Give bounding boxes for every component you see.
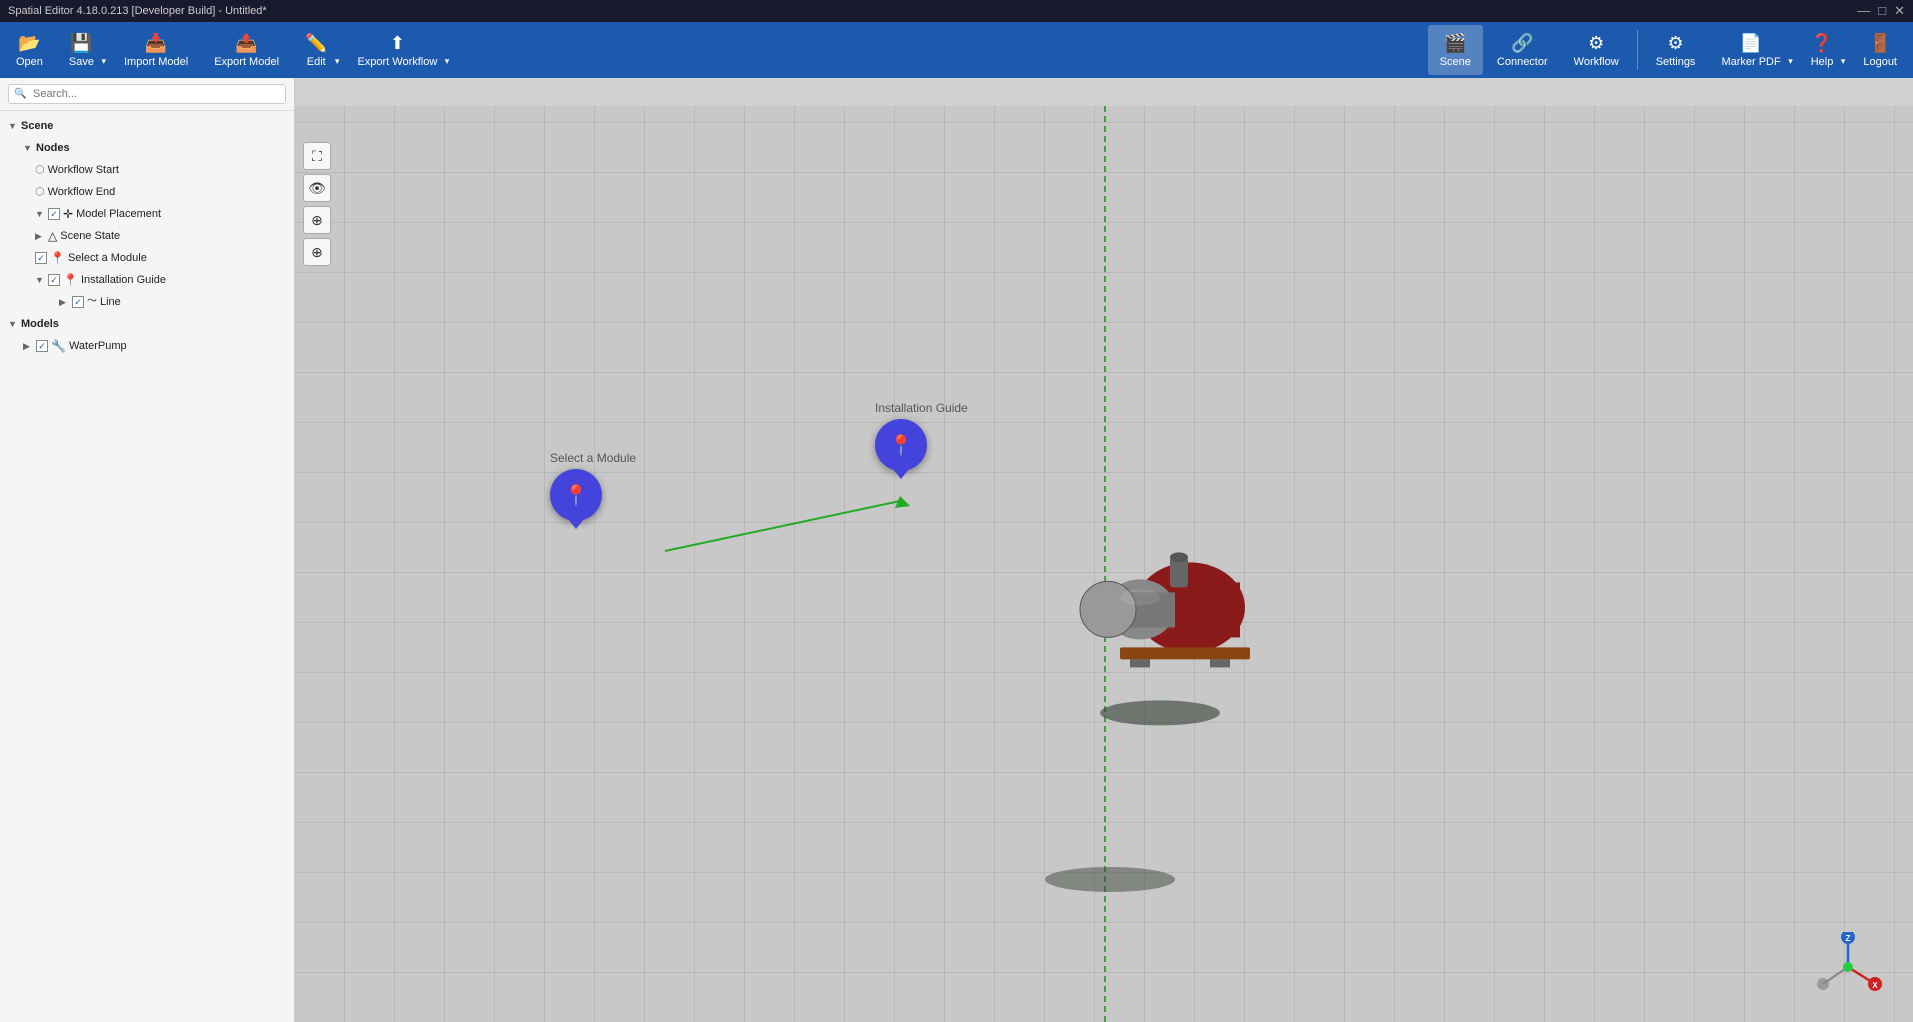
select-module-icon: 📍: [50, 249, 65, 267]
water-pump-arrow: ▶: [23, 337, 33, 355]
scene-icon: 🎬: [1444, 33, 1466, 54]
sidebar: ▼ Scene ▼ Nodes ⬡ Workflow Start ⬡ Workf…: [0, 78, 295, 1022]
annotation1-label: Select a Module: [550, 451, 636, 465]
svg-text:Z: Z: [1846, 934, 1851, 943]
edit-icon: ✏️: [305, 33, 327, 54]
toolbar-right: 🎬 Scene 🔗 Connector ⚙ Workflow ⚙ Setting…: [1428, 25, 1909, 75]
titlebar: Spatial Editor 4.18.0.213 [Developer Bui…: [0, 0, 1913, 22]
models-group[interactable]: ▼ Models: [0, 313, 294, 335]
workflow-end-icon: ⬡: [35, 183, 45, 201]
logout-button[interactable]: 🚪 Logout: [1851, 25, 1909, 75]
annotation2-circle[interactable]: 📍: [875, 419, 927, 471]
select-module-item[interactable]: 📍 Select a Module: [0, 247, 294, 269]
help-button[interactable]: ❓ Help: [1799, 25, 1850, 75]
annotation2-pin-icon: 📍: [889, 433, 914, 458]
nodes-group[interactable]: ▼ Nodes: [0, 137, 294, 159]
scene-tree: ▼ Scene ▼ Nodes ⬡ Workflow Start ⬡ Workf…: [0, 111, 294, 1022]
maximize-button[interactable]: □: [1878, 3, 1886, 19]
search-bar: [0, 78, 294, 111]
svg-text:X: X: [1872, 981, 1878, 990]
window-controls: — □ ✕: [1857, 3, 1905, 19]
viewport-tools: ⛶ 👁 ⊕ ⊕: [303, 142, 331, 266]
toolbar-sep: [1637, 30, 1638, 70]
app-title: Spatial Editor 4.18.0.213 [Developer Bui…: [8, 5, 267, 17]
marker-pdf-button[interactable]: 📄 Marker PDF: [1709, 25, 1796, 75]
model-placement-arrow: ▼: [35, 205, 45, 223]
workflow-start-icon: ⬡: [35, 161, 45, 179]
export-workflow-button[interactable]: ⬆ Export Workflow: [345, 25, 453, 75]
water-pump-checkbox[interactable]: [36, 340, 48, 352]
viewport-3d[interactable]: ⛶ 👁 ⊕ ⊕: [295, 106, 1913, 1022]
select-module-checkbox[interactable]: [35, 252, 47, 264]
installation-guide-icon: 📍: [63, 271, 78, 289]
axis-gizmo: Z X: [1813, 932, 1883, 1002]
workflow-button[interactable]: ⚙ Workflow: [1562, 25, 1631, 75]
ground-shadow: [1045, 867, 1175, 892]
connector-button[interactable]: 🔗 Connector: [1485, 25, 1560, 75]
open-button[interactable]: 📂 Open: [4, 25, 55, 75]
workflow-end-item[interactable]: ⬡ Workflow End: [0, 181, 294, 203]
workflow-icon: ⚙: [1588, 33, 1604, 54]
water-pump-model: [1020, 527, 1300, 710]
edit-button[interactable]: ✏️ Edit: [293, 25, 343, 75]
model-placement-item[interactable]: ▼ ✛ Model Placement: [0, 203, 294, 225]
line-arrow: ▶: [59, 293, 69, 311]
import-icon: 📥: [145, 33, 167, 54]
connector-icon: 🔗: [1511, 33, 1533, 54]
installation-guide-checkbox[interactable]: [48, 274, 60, 286]
scene-root[interactable]: ▼ Scene: [0, 115, 294, 137]
annotation1-pin-icon: 📍: [564, 483, 589, 508]
export-workflow-icon: ⬆: [390, 33, 405, 54]
marker-pdf-icon: 📄: [1740, 33, 1762, 54]
model-placement-icon: ✛: [63, 205, 73, 223]
pump-shadow: [1100, 700, 1220, 725]
line-checkbox[interactable]: [72, 296, 84, 308]
installation-guide-item[interactable]: ▼ 📍 Installation Guide: [0, 269, 294, 291]
annotation1-circle[interactable]: 📍: [550, 469, 602, 521]
workflow-start-item[interactable]: ⬡ Workflow Start: [0, 159, 294, 181]
minimize-button[interactable]: —: [1857, 3, 1870, 19]
line-icon: 〜: [87, 293, 97, 311]
nodes-arrow: ▼: [23, 139, 33, 157]
models-arrow: ▼: [8, 315, 18, 333]
annotation-installation-guide[interactable]: Installation Guide 📍: [875, 401, 968, 471]
expand-tool[interactable]: ⛶: [303, 142, 331, 170]
settings-button[interactable]: ⚙ Settings: [1644, 25, 1708, 75]
help-icon: ❓: [1811, 33, 1833, 54]
annotation2-label: Installation Guide: [875, 401, 968, 415]
scene-button[interactable]: 🎬 Scene: [1428, 25, 1483, 75]
scene-state-icon: △: [48, 227, 57, 245]
scene-arrow: ▼: [8, 117, 18, 135]
main-content: ▼ Scene ▼ Nodes ⬡ Workflow Start ⬡ Workf…: [0, 78, 1913, 1022]
save-icon: 💾: [70, 33, 92, 54]
import-model-button[interactable]: 📥 Import Model: [112, 25, 200, 75]
scene-state-item[interactable]: ▶ △ Scene State: [0, 225, 294, 247]
export-model-button[interactable]: 📤 Export Model: [202, 25, 291, 75]
close-button[interactable]: ✕: [1894, 3, 1905, 19]
zoom-tool[interactable]: ⊕: [303, 238, 331, 266]
water-pump-item[interactable]: ▶ 🔧 WaterPump: [0, 335, 294, 357]
key-tool[interactable]: ⊕: [303, 206, 331, 234]
search-input[interactable]: [8, 84, 286, 104]
install-guide-arrow: ▼: [35, 271, 45, 289]
settings-icon: ⚙: [1667, 33, 1683, 54]
line-item[interactable]: ▶ 〜 Line: [0, 291, 294, 313]
scene-state-arrow: ▶: [35, 227, 45, 245]
logout-icon: 🚪: [1869, 33, 1891, 54]
main-toolbar: 📂 Open 💾 Save 📥 Import Model 📤 Export Mo…: [0, 22, 1913, 78]
eye-tool[interactable]: 👁: [303, 174, 331, 202]
model-placement-checkbox[interactable]: [48, 208, 60, 220]
open-icon: 📂: [18, 33, 40, 54]
annotation-select-module[interactable]: Select a Module 📍: [550, 451, 636, 521]
water-pump-icon: 🔧: [51, 337, 66, 355]
save-button[interactable]: 💾 Save: [57, 25, 110, 75]
export-model-icon: 📤: [235, 33, 257, 54]
